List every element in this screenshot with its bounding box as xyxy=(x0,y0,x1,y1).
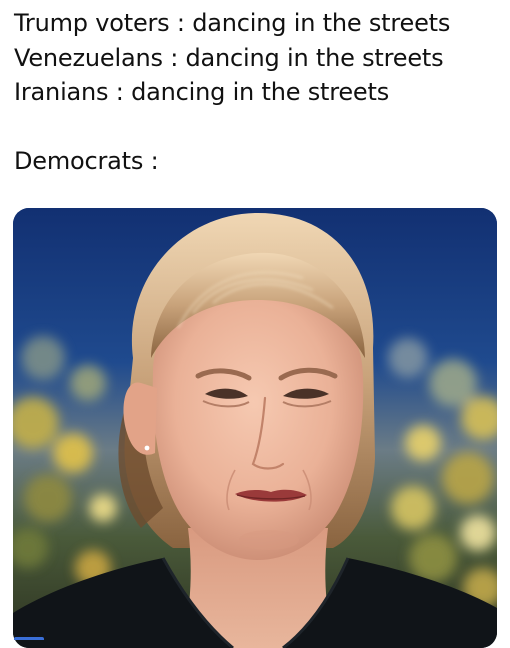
caption-line-iranians: Iranians : dancing in the streets xyxy=(14,78,390,106)
caption-line-democrats: Democrats : xyxy=(14,146,159,175)
meme-photo[interactable] xyxy=(13,208,497,648)
caption-line-trump-voters: Trump voters : dancing in the streets xyxy=(14,9,451,37)
meme-caption: Trump voters : dancing in the streets Ve… xyxy=(14,6,504,178)
caption-line-venezuelans: Venezuelans : dancing in the streets xyxy=(14,43,444,72)
woman-frowning-photo-icon xyxy=(13,208,497,648)
